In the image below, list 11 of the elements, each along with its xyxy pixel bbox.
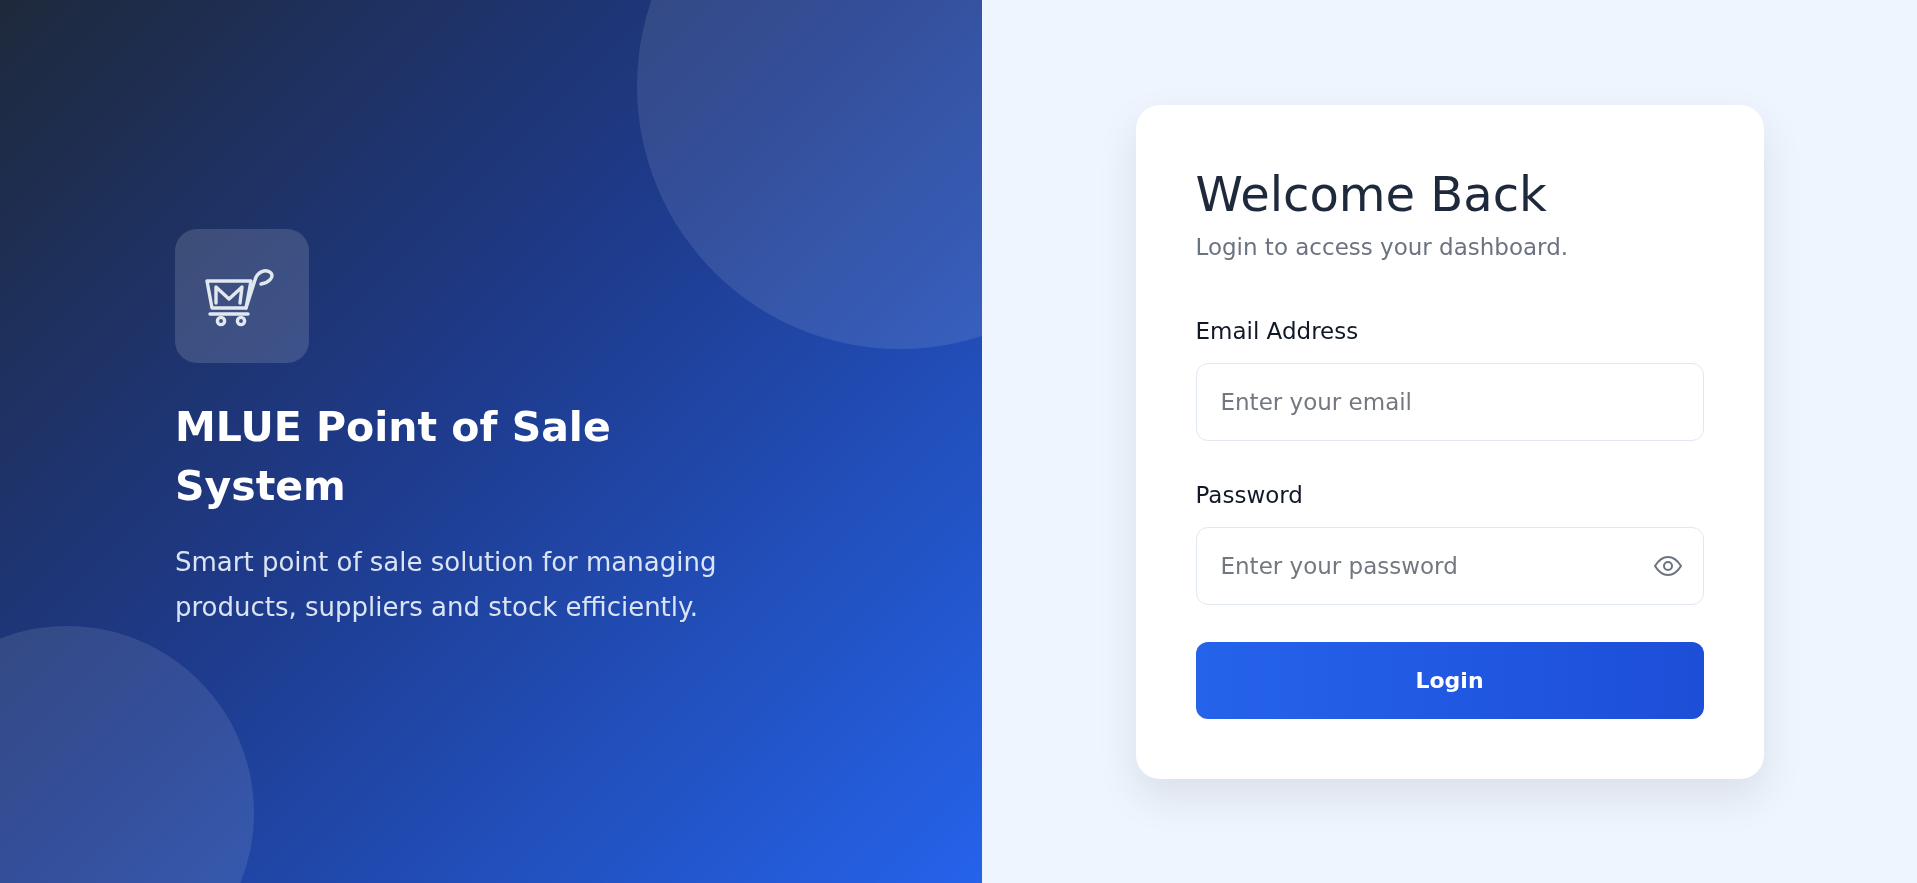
input-field[interactable]: Enter your password	[1195, 526, 1704, 605]
brand-tagline: Smart point of sale solution for managing products, suppliers and stock efficiently.	[175, 546, 718, 624]
eye-icon[interactable]	[1653, 555, 1682, 576]
field-label: Password	[1195, 480, 1303, 510]
field-label: Email Address	[1195, 316, 1359, 346]
card-title: Welcome Back	[1195, 164, 1548, 223]
input-field[interactable]: Enter your email	[1195, 362, 1704, 441]
cart-logo-icon	[175, 229, 309, 363]
brand-title: MLUE Point of Sale System	[175, 402, 612, 512]
login-button[interactable]: Login	[1195, 641, 1704, 719]
card-subtitle: Login to access your dashboard.	[1195, 232, 1570, 262]
